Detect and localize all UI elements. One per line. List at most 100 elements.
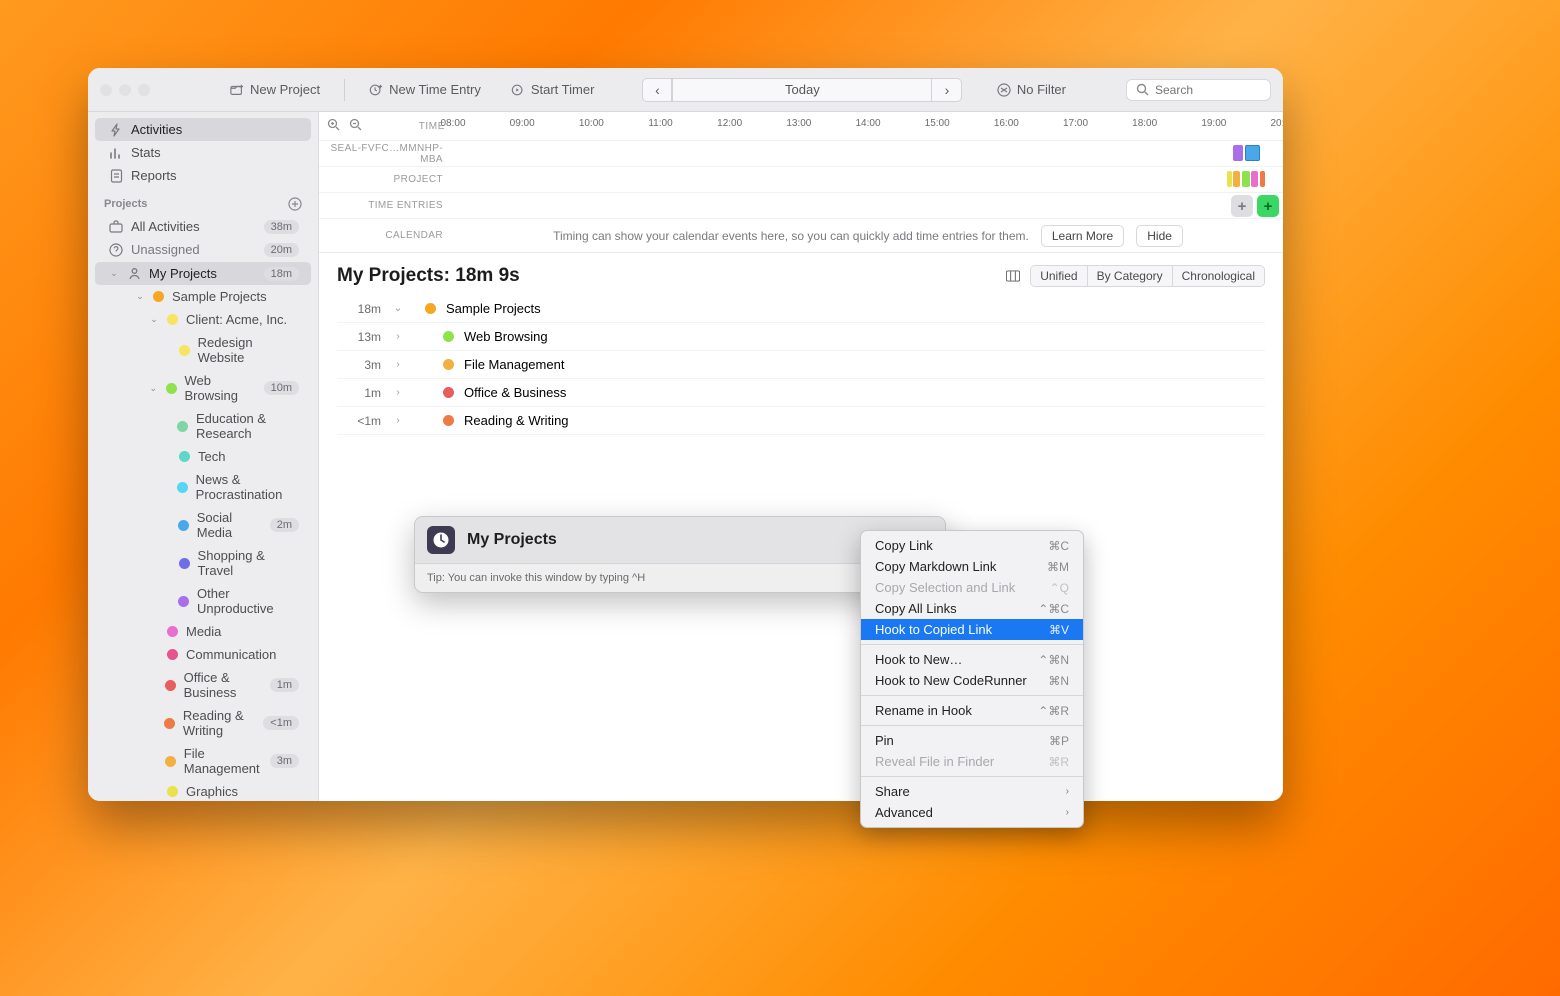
sidebar-item-label: Reading & Writing (183, 708, 255, 738)
expand-toggle[interactable]: › (391, 387, 405, 398)
sidebar-project-item[interactable]: Media (95, 620, 311, 643)
lane-body[interactable] (453, 167, 1283, 192)
menu-item[interactable]: Advanced› (861, 802, 1083, 823)
menu-item[interactable]: Copy Markdown Link⌘M (861, 556, 1083, 577)
sidebar-project-item[interactable]: Office & Business1m (95, 666, 311, 704)
category-list: 18m⌄Sample Projects13m›Web Browsing3m›Fi… (319, 295, 1283, 447)
clock-plus-icon (369, 83, 383, 97)
timeline-tick: 20:00 (1270, 118, 1283, 129)
category-row[interactable]: 18m⌄Sample Projects (337, 295, 1265, 323)
menu-item-label: Copy Selection and Link (875, 580, 1015, 595)
category-row[interactable]: 1m›Office & Business (337, 379, 1265, 407)
add-project-icon[interactable] (288, 197, 302, 211)
sidebar-nav-activities[interactable]: Activities (95, 118, 311, 141)
chevron-down-icon[interactable]: ⌄ (149, 383, 158, 394)
briefcase-icon (109, 220, 123, 234)
sidebar-project-item[interactable]: Tech (95, 445, 311, 468)
category-row[interactable]: 13m›Web Browsing (337, 323, 1265, 351)
main-pane: TIME 08:0009:0010:0011:0012:0013:0014:00… (319, 112, 1283, 801)
row-label: File Management (464, 357, 564, 372)
prev-day-button[interactable]: ‹ (642, 78, 672, 102)
sidebar-project-item[interactable]: News & Procrastination (95, 468, 311, 506)
sidebar-all-activities[interactable]: All Activities 38m (95, 215, 311, 238)
row-label: Sample Projects (446, 301, 541, 316)
page-title: My Projects: 18m 9s (337, 265, 520, 287)
sidebar-nav-stats[interactable]: Stats (95, 141, 311, 164)
learn-more-button[interactable]: Learn More (1041, 225, 1124, 247)
search-field[interactable] (1126, 79, 1271, 101)
sidebar-project-item[interactable]: ⌄ Sample Projects (95, 285, 311, 308)
window-controls[interactable] (100, 84, 150, 96)
menu-item[interactable]: Share› (861, 781, 1083, 802)
category-row[interactable]: <1m›Reading & Writing (337, 407, 1265, 435)
menu-item[interactable]: Hook to Copied Link⌘V (861, 619, 1083, 640)
question-icon (109, 243, 123, 257)
row-duration: 3m (337, 358, 381, 372)
menu-item[interactable]: Hook to New…⌃⌘N (861, 649, 1083, 670)
chevron-down-icon[interactable]: ⌄ (149, 314, 159, 325)
view-tab-by-category[interactable]: By Category (1087, 266, 1172, 286)
today-label[interactable]: Today (672, 78, 932, 102)
filter-button[interactable]: No Filter (987, 78, 1076, 101)
view-tab-unified[interactable]: Unified (1031, 266, 1086, 286)
sidebar-item-label: Sample Projects (172, 289, 267, 304)
sidebar-project-item[interactable]: Redesign Website (95, 331, 311, 369)
sidebar-project-item[interactable]: Education & Research (95, 407, 311, 445)
menu-item[interactable]: Rename in Hook⌃⌘R (861, 700, 1083, 721)
sidebar-project-item[interactable]: Communication (95, 643, 311, 666)
zoom-out-icon[interactable] (349, 118, 365, 134)
sidebar-project-item[interactable]: ⌄Web Browsing10m (95, 369, 311, 407)
sidebar-project-item[interactable]: File Management3m (95, 742, 311, 780)
zoom-icon[interactable] (138, 84, 150, 96)
expand-toggle[interactable]: › (391, 359, 405, 370)
search-input[interactable] (1155, 83, 1262, 97)
menu-item-label: Copy All Links (875, 601, 957, 616)
sidebar-project-item[interactable]: Shopping & Travel (95, 544, 311, 582)
zoom-in-icon[interactable] (327, 118, 343, 134)
expand-toggle[interactable]: ⌄ (391, 303, 405, 314)
menu-item[interactable]: Copy All Links⌃⌘C (861, 598, 1083, 619)
timeline-tick: 12:00 (717, 118, 742, 129)
hide-button[interactable]: Hide (1136, 225, 1183, 247)
minimize-icon[interactable] (119, 84, 131, 96)
expand-toggle[interactable]: › (391, 415, 405, 426)
start-timer-button[interactable]: Start Timer (501, 78, 605, 101)
sidebar-project-item[interactable]: Social Media2m (95, 506, 311, 544)
shortcut: ⌘V (1049, 623, 1069, 637)
menu-item[interactable]: Copy Link⌘C (861, 535, 1083, 556)
context-menu: Copy Link⌘CCopy Markdown Link⌘M Copy Sele… (860, 530, 1084, 828)
new-project-button[interactable]: New Project (220, 78, 330, 101)
chevron-down-icon[interactable]: ⌄ (135, 291, 145, 302)
project-color-dot (165, 756, 176, 767)
start-timer-label: Start Timer (531, 82, 595, 97)
timeline-scale[interactable]: 08:0009:0010:0011:0012:0013:0014:0015:00… (453, 112, 1283, 140)
lane-body[interactable]: ++ (453, 193, 1283, 218)
menu-item[interactable]: Pin⌘P (861, 730, 1083, 751)
chevron-down-icon[interactable]: ⌄ (109, 268, 119, 279)
sidebar-project-item[interactable]: Other Unproductive (95, 582, 311, 620)
expand-toggle[interactable]: › (391, 331, 405, 342)
sidebar-project-item[interactable]: ⌄Client: Acme, Inc. (95, 308, 311, 331)
sidebar-unassigned[interactable]: Unassigned 20m (95, 238, 311, 261)
sidebar-my-projects[interactable]: ⌄ My Projects 18m (95, 262, 311, 285)
menu-item-label: Copy Link (875, 538, 933, 553)
row-duration: <1m (337, 414, 381, 428)
body: ActivitiesStatsReports Projects All Acti… (88, 112, 1283, 801)
close-icon[interactable] (100, 84, 112, 96)
add-entry-button[interactable]: + (1257, 195, 1279, 217)
add-entry-button[interactable]: + (1231, 195, 1253, 217)
menu-item-label: Share (875, 784, 910, 799)
sidebar-project-item[interactable]: Graphics (95, 780, 311, 801)
columns-icon[interactable] (1006, 269, 1020, 283)
project-color-dot (443, 387, 454, 398)
duration-badge: <1m (263, 716, 299, 730)
next-day-button[interactable]: › (932, 78, 962, 102)
lane-body[interactable] (453, 141, 1283, 166)
new-time-entry-button[interactable]: New Time Entry (359, 78, 491, 101)
menu-item[interactable]: Hook to New CodeRunner⌘N (861, 670, 1083, 691)
sidebar-project-item[interactable]: Reading & Writing <1m (95, 704, 311, 742)
view-tab-chronological[interactable]: Chronological (1172, 266, 1264, 286)
sidebar-item-label: Activities (131, 122, 182, 137)
category-row[interactable]: 3m › File Management (337, 351, 1265, 379)
sidebar-nav-reports[interactable]: Reports (95, 164, 311, 187)
